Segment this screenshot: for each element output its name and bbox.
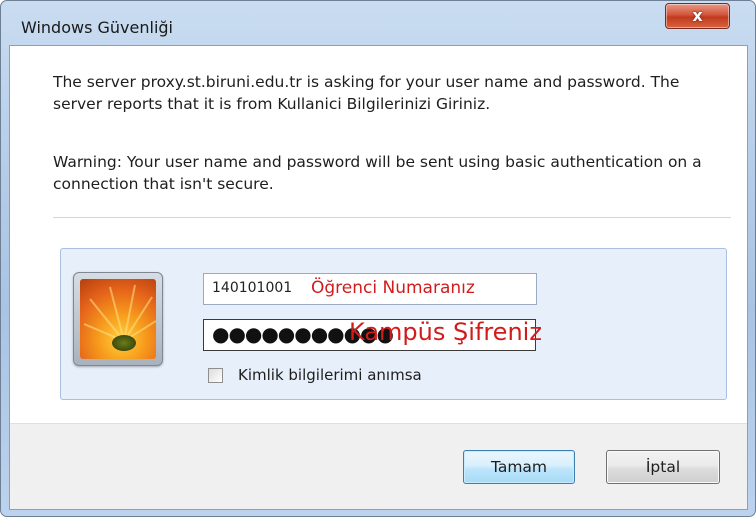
avatar bbox=[73, 272, 163, 366]
server-message: The server proxy.st.biruni.edu.tr is ask… bbox=[53, 73, 680, 113]
password-hint-annotation: Kampüs Şifreniz bbox=[349, 318, 542, 346]
user-picture-icon bbox=[80, 279, 156, 359]
title-bar[interactable]: Windows Güvenliği x bbox=[1, 1, 755, 47]
credential-panel: 140101001 Öğrenci Numaranız ●●●●●●●●●●● … bbox=[60, 248, 727, 400]
username-value: 140101001 bbox=[212, 280, 293, 296]
ok-button[interactable]: Tamam bbox=[463, 450, 575, 484]
username-hint-annotation: Öğrenci Numaranız bbox=[311, 278, 475, 298]
cancel-button[interactable]: İptal bbox=[606, 450, 720, 484]
divider bbox=[53, 217, 731, 218]
password-input[interactable]: ●●●●●●●●●●● Kampüs Şifreniz bbox=[203, 318, 542, 351]
remember-credentials-label: Kimlik bilgilerimi anımsa bbox=[238, 366, 422, 384]
security-warning: Warning: Your user name and password wil… bbox=[53, 153, 702, 193]
checkbox-box[interactable] bbox=[208, 368, 223, 383]
credential-dialog: Windows Güvenliği x The server proxy.st.… bbox=[0, 0, 756, 517]
dialog-body: The server proxy.st.biruni.edu.tr is ask… bbox=[9, 45, 748, 510]
button-bar: Tamam İptal bbox=[10, 423, 747, 509]
window-title: Windows Güvenliği bbox=[21, 18, 173, 37]
close-button[interactable]: x bbox=[665, 3, 730, 29]
username-input[interactable]: 140101001 Öğrenci Numaranız bbox=[203, 273, 537, 305]
close-icon: x bbox=[692, 6, 703, 25]
